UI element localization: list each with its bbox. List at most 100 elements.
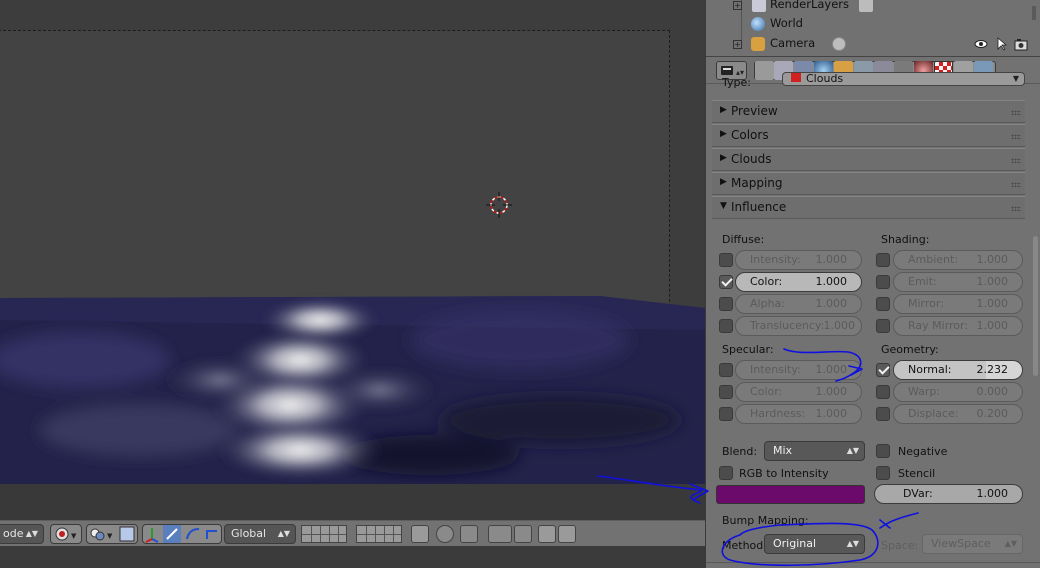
ambient-checkbox[interactable]: [876, 253, 890, 267]
3d-viewport[interactable]: [0, 0, 705, 520]
ray-mirror-field[interactable]: Ray Mirror: 1.000: [893, 316, 1023, 336]
timeline-strip: [0, 546, 705, 568]
specular-intensity-field[interactable]: Intensity: 1.000: [735, 360, 862, 380]
diffuse-intensity-field[interactable]: Intensity: 1.000: [735, 250, 862, 270]
render-still-icon[interactable]: [538, 525, 556, 543]
panel-mapping[interactable]: ▶ Mapping: [712, 172, 1025, 195]
collapsed-arrow-icon: ▶: [720, 177, 727, 187]
eye-icon[interactable]: [974, 37, 988, 51]
manipulator-group[interactable]: [142, 524, 222, 544]
blend-select[interactable]: Mix ▲▼: [764, 441, 865, 461]
properties-editor: ▴▾ Type: Clouds ▼ ▶ Preview ▶ Colors ▶ C…: [705, 56, 1040, 568]
panel-grip-icon[interactable]: [1011, 110, 1021, 115]
alpha-field[interactable]: Alpha: 1.000: [735, 294, 862, 314]
displace-checkbox[interactable]: [876, 407, 890, 421]
type-select[interactable]: Clouds ▼: [782, 72, 1025, 86]
expand-icon[interactable]: +: [733, 1, 742, 10]
displace-field[interactable]: Displace: 0.200: [893, 404, 1023, 424]
pivot-point-select[interactable]: ▼: [86, 524, 138, 544]
field-label: Ray Mirror:: [908, 319, 969, 332]
translucency-field[interactable]: Translucency: 1.000: [735, 316, 862, 336]
outliner-row-world[interactable]: World: [706, 14, 1040, 34]
field-label: Emit:: [908, 275, 937, 288]
panel-grip-icon[interactable]: [1011, 206, 1021, 211]
field-label: Intensity:: [750, 363, 801, 376]
specular-intensity-checkbox[interactable]: [719, 363, 733, 377]
field-value: 1.000: [976, 297, 1009, 310]
updown-arrow-icon: ▲▼: [846, 446, 859, 455]
layer-buttons-a[interactable]: [301, 525, 347, 543]
texture-color-swatch[interactable]: [716, 485, 865, 504]
renderlayer-icon: [859, 0, 873, 12]
outliner-scrollbar[interactable]: [1032, 6, 1036, 20]
snap-target-icon[interactable]: [514, 525, 532, 543]
lock-camera-icon[interactable]: [411, 525, 429, 543]
panel-influence[interactable]: ▼ Influence: [712, 196, 1025, 219]
emit-checkbox[interactable]: [876, 275, 890, 289]
dvar-field[interactable]: DVar: 1.000: [874, 484, 1023, 504]
outliner-row-camera[interactable]: + Camera: [706, 34, 1040, 54]
method-select[interactable]: Original ▲▼: [764, 534, 865, 554]
field-value: 1.000: [815, 275, 848, 288]
alpha-checkbox[interactable]: [719, 297, 733, 311]
ray-mirror-checkbox[interactable]: [876, 319, 890, 333]
field-label: DVar:: [903, 487, 933, 500]
hardness-field[interactable]: Hardness: 1.000: [735, 404, 862, 424]
expand-icon[interactable]: +: [733, 40, 742, 49]
panel-preview[interactable]: ▶ Preview: [712, 100, 1025, 123]
diffuse-intensity-checkbox[interactable]: [719, 253, 733, 267]
panel-grip-icon[interactable]: [1011, 158, 1021, 163]
specular-color-field[interactable]: Color: 1.000: [735, 382, 862, 402]
warp-field[interactable]: Warp: 0.000: [893, 382, 1023, 402]
emit-field[interactable]: Emit: 1.000: [893, 272, 1023, 292]
hardness-checkbox[interactable]: [719, 407, 733, 421]
render-animation-icon[interactable]: [558, 525, 576, 543]
specular-color-checkbox[interactable]: [719, 385, 733, 399]
bump-mapping-heading: Bump Mapping:: [722, 514, 809, 527]
transform-orientation-select[interactable]: Global ▲▼: [224, 524, 296, 544]
snap-element-icon[interactable]: [488, 525, 512, 543]
negative-checkbox[interactable]: [876, 444, 890, 458]
diffuse-color-field[interactable]: Color: 1.000: [735, 272, 862, 292]
shading-heading: Shading:: [881, 233, 930, 246]
cursor-select-icon[interactable]: [996, 37, 1008, 51]
mirror-field[interactable]: Mirror: 1.000: [893, 294, 1023, 314]
field-label: Translucency:: [750, 319, 825, 332]
warp-checkbox[interactable]: [876, 385, 890, 399]
viewport-shading-select[interactable]: ▼: [50, 524, 82, 544]
rgb-to-intensity-checkbox[interactable]: [719, 466, 733, 480]
ambient-field[interactable]: Ambient: 1.000: [893, 250, 1023, 270]
panel-grip-icon[interactable]: [1011, 134, 1021, 139]
panel-grip-icon[interactable]: [1011, 182, 1021, 187]
properties-scrollbar[interactable]: [1033, 236, 1038, 376]
field-value: 2.232: [976, 363, 1009, 376]
outliner-row-label: World: [770, 16, 803, 30]
panel-title: Influence: [731, 200, 787, 214]
proportional-edit-icon[interactable]: [436, 525, 454, 543]
updown-arrow-icon: ▲▼: [846, 539, 859, 548]
panel-clouds[interactable]: ▶ Clouds: [712, 148, 1025, 171]
normal-field[interactable]: Normal: 2.232: [893, 360, 1023, 380]
translucency-checkbox[interactable]: [719, 319, 733, 333]
dropdown-arrow-icon: ▼: [1012, 74, 1019, 83]
snap-magnet-icon[interactable]: [460, 525, 478, 543]
type-select-label: Clouds: [806, 72, 844, 85]
outliner-row-renderlayers[interactable]: + RenderLayers: [706, 0, 1040, 15]
outliner-row-label: Camera: [770, 36, 816, 50]
field-value: 0.000: [976, 385, 1009, 398]
viewport-floor-shadow: [0, 484, 705, 520]
diffuse-color-checkbox[interactable]: [719, 275, 733, 289]
render-camera-icon[interactable]: [1014, 37, 1028, 51]
negative-label: Negative: [898, 445, 948, 458]
mode-select[interactable]: ode ▲▼: [0, 524, 44, 544]
render-tab-icon[interactable]: [755, 61, 774, 80]
normal-checkbox[interactable]: [876, 363, 890, 377]
outliner-row-label: RenderLayers: [770, 0, 849, 11]
space-select[interactable]: ViewSpace ▲▼: [922, 534, 1023, 554]
mirror-checkbox[interactable]: [876, 297, 890, 311]
blend-select-value: Mix: [773, 444, 793, 457]
layer-buttons-b[interactable]: [356, 525, 402, 543]
stencil-checkbox[interactable]: [876, 466, 890, 480]
panel-colors[interactable]: ▶ Colors: [712, 124, 1025, 147]
field-value: 0.200: [976, 407, 1009, 420]
